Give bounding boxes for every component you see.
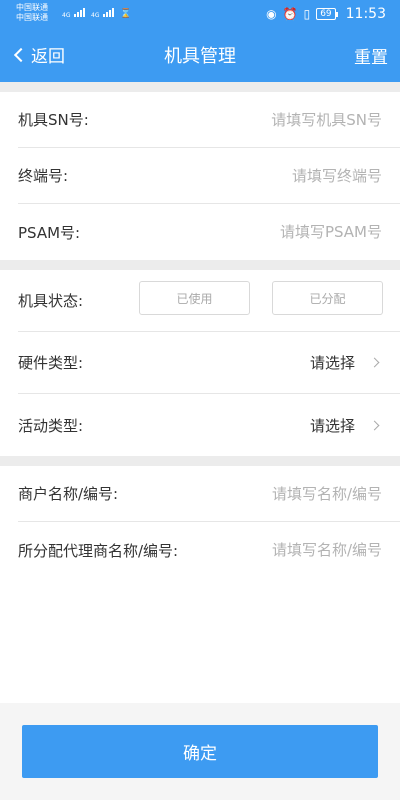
signal-icon: 4G	[62, 8, 86, 19]
page-title: 机具管理	[164, 46, 236, 67]
terminal-input[interactable]	[68, 166, 382, 185]
agent-label: 所分配代理商名称/编号:	[18, 541, 179, 560]
nav-header: 返回 机具管理 重置	[0, 28, 400, 82]
hardware-type-label: 硬件类型:	[18, 354, 84, 372]
psam-input[interactable]	[80, 223, 382, 241]
hardware-type-select[interactable]: 请选择	[310, 352, 355, 373]
section-divider	[0, 82, 400, 92]
chevron-right-icon	[369, 420, 380, 430]
activity-type-select[interactable]: 请选择	[310, 415, 355, 436]
status-used-button[interactable]: 已使用	[139, 281, 250, 315]
agent-row: 所分配代理商名称/编号:	[18, 522, 400, 578]
merchant-section: 商户名称/编号: 所分配代理商名称/编号:	[0, 466, 400, 578]
sn-label: 机具SN号:	[18, 111, 89, 129]
merchant-input[interactable]	[118, 484, 382, 503]
network-type-1: 4G	[62, 12, 71, 19]
status-options: 已使用 已分配	[139, 281, 383, 315]
alarm-icon: ⏰	[282, 7, 298, 21]
status-label: 机具状态:	[18, 292, 84, 310]
section-divider	[0, 456, 400, 466]
psam-row: PSAM号:	[18, 204, 400, 260]
activity-type-row[interactable]: 活动类型: 请选择	[18, 394, 400, 456]
chevron-right-icon	[369, 357, 380, 368]
eye-icon: ◉	[266, 7, 277, 21]
status-bar: 中国联通 中国联通 4G 4G ⌛ ◉ ⏰ ▯ 69 11:53	[0, 0, 400, 28]
hardware-type-row[interactable]: 硬件类型: 请选择	[18, 332, 400, 394]
status-row: 机具状态: 已使用 已分配	[18, 270, 400, 332]
section-divider	[0, 260, 400, 270]
footer: 确定	[0, 703, 400, 800]
merchant-row: 商户名称/编号:	[18, 466, 400, 522]
agent-input[interactable]	[178, 541, 382, 559]
carrier-name-1: 中国联通	[16, 3, 48, 12]
reset-button[interactable]: 重置	[354, 43, 388, 68]
psam-label: PSAM号:	[18, 223, 81, 242]
activity-type-label: 活动类型:	[18, 416, 84, 435]
carrier-name-2: 中国联通	[16, 13, 48, 22]
battery-level: 69	[320, 9, 332, 19]
battery-icon: 69	[316, 8, 339, 20]
clock: 11:53	[345, 6, 386, 22]
status-assigned-button[interactable]: 已分配	[272, 281, 383, 315]
vibrate-icon: ▯	[303, 7, 311, 21]
hourglass-icon: ⌛	[120, 9, 132, 19]
top-bar: 中国联通 中国联通 4G 4G ⌛ ◉ ⏰ ▯ 69 11:53 返回 机具管理…	[0, 0, 400, 82]
sn-row: 机具SN号:	[18, 92, 400, 148]
signal-group: 4G 4G ⌛	[62, 8, 131, 19]
type-section: 机具状态: 已使用 已分配 硬件类型: 请选择 活动类型: 请选择	[0, 270, 400, 456]
carrier-info: 中国联通 中国联通	[16, 3, 48, 23]
merchant-label: 商户名称/编号:	[18, 485, 119, 503]
signal-icon: 4G	[91, 8, 115, 19]
terminal-row: 终端号:	[18, 148, 400, 204]
sn-input[interactable]	[88, 110, 382, 129]
terminal-label: 终端号:	[18, 167, 69, 185]
network-type-2: 4G	[91, 12, 100, 19]
status-right: ◉ ⏰ ▯ 69 11:53	[266, 6, 386, 22]
device-section: 机具SN号: 终端号: PSAM号:	[0, 92, 400, 260]
app-screen: 中国联通 中国联通 4G 4G ⌛ ◉ ⏰ ▯ 69 11:53 返回 机具管理…	[0, 0, 400, 800]
confirm-button[interactable]: 确定	[22, 725, 378, 778]
